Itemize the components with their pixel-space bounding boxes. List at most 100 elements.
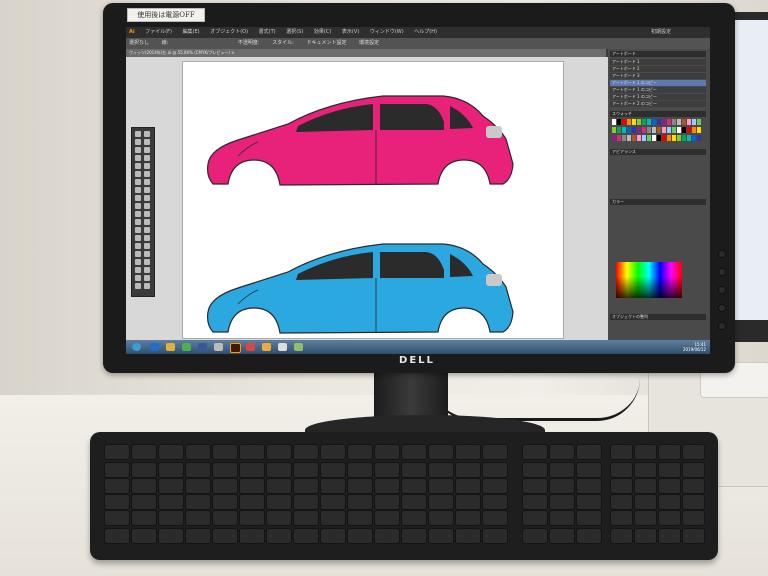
align-panel-title[interactable]: オブジェクトの整列 — [610, 314, 706, 320]
keyboard-key[interactable] — [374, 478, 400, 494]
swatch[interactable] — [677, 119, 681, 125]
artboard-item[interactable]: アートボード 1 — [610, 59, 706, 65]
swatch[interactable] — [662, 119, 666, 125]
numpad-key[interactable] — [634, 510, 657, 526]
keyboard-key[interactable] — [104, 444, 130, 460]
keyboard-key[interactable] — [239, 510, 265, 526]
keyboard-key[interactable] — [455, 510, 481, 526]
keyboard-key[interactable] — [482, 444, 508, 460]
tool-icon[interactable] — [144, 187, 150, 193]
chrome-icon[interactable] — [262, 343, 271, 351]
numpad-key[interactable] — [610, 510, 633, 526]
keyboard-key[interactable] — [576, 510, 602, 526]
tool-icon[interactable] — [135, 283, 141, 289]
monitor-button[interactable] — [718, 250, 726, 258]
keyboard-key[interactable] — [320, 528, 346, 544]
tool-icon[interactable] — [135, 227, 141, 233]
keyboard-key[interactable] — [239, 494, 265, 510]
app-icon[interactable] — [278, 343, 287, 351]
keyboard-key[interactable] — [293, 494, 319, 510]
swatch[interactable] — [632, 127, 636, 133]
keyboard-key[interactable] — [212, 444, 238, 460]
swatch[interactable] — [657, 119, 661, 125]
keyboard-key[interactable] — [212, 528, 238, 544]
keyboard-key[interactable] — [482, 494, 508, 510]
color-panel-title[interactable]: カラー — [610, 199, 706, 205]
swatch[interactable] — [692, 127, 696, 133]
swatch[interactable] — [652, 119, 656, 125]
tool-icon[interactable] — [135, 195, 141, 201]
swatch[interactable] — [657, 127, 661, 133]
keyboard-key[interactable] — [347, 528, 373, 544]
keyboard-key[interactable] — [185, 478, 211, 494]
keyboard-key[interactable] — [522, 478, 548, 494]
swatch[interactable] — [642, 119, 646, 125]
tool-icon[interactable] — [144, 195, 150, 201]
swatch[interactable] — [627, 119, 631, 125]
swatch[interactable] — [617, 135, 621, 141]
monitor-button[interactable] — [718, 304, 726, 312]
keyboard-key[interactable] — [239, 462, 265, 478]
swatch[interactable] — [692, 135, 696, 141]
swatch[interactable] — [697, 135, 701, 141]
swatch[interactable] — [692, 119, 696, 125]
swatch[interactable] — [642, 135, 646, 141]
keyboard-key[interactable] — [158, 478, 184, 494]
swatch[interactable] — [617, 119, 621, 125]
numpad-key[interactable] — [682, 478, 705, 494]
numpad-key[interactable] — [682, 528, 705, 544]
swatch[interactable] — [682, 119, 686, 125]
tool-icon[interactable] — [135, 171, 141, 177]
tool-icon[interactable] — [144, 203, 150, 209]
keyboard-key[interactable] — [549, 528, 575, 544]
keyboard-key[interactable] — [455, 462, 481, 478]
keyboard-key[interactable] — [131, 494, 157, 510]
tool-icon[interactable] — [135, 179, 141, 185]
tool-icon[interactable] — [135, 243, 141, 249]
keyboard-key[interactable] — [347, 462, 373, 478]
keyboard-key[interactable] — [482, 478, 508, 494]
keyboard-key[interactable] — [104, 494, 130, 510]
keyboard-key[interactable] — [576, 462, 602, 478]
numpad-key[interactable] — [682, 462, 705, 478]
keyboard-key[interactable] — [266, 528, 292, 544]
keyboard-key[interactable] — [428, 494, 454, 510]
tool-icon[interactable] — [144, 235, 150, 241]
workspace-switcher[interactable]: 初期設定 — [651, 27, 671, 38]
keyboard-key[interactable] — [347, 510, 373, 526]
artboard-item[interactable]: アートボード 3 — [610, 73, 706, 79]
keyboard-key[interactable] — [293, 444, 319, 460]
keyboard-key[interactable] — [266, 494, 292, 510]
keyboard-key[interactable] — [266, 444, 292, 460]
keyboard-key[interactable] — [293, 510, 319, 526]
keyboard-key[interactable] — [347, 494, 373, 510]
keyboard-key[interactable] — [320, 494, 346, 510]
keyboard-key[interactable] — [158, 528, 184, 544]
swatch[interactable] — [637, 135, 641, 141]
keyboard-key[interactable] — [104, 462, 130, 478]
menu-item[interactable]: 表示(V) — [342, 29, 359, 35]
stroke-control[interactable]: 線: — [162, 40, 169, 46]
swatch[interactable] — [697, 127, 701, 133]
artboards-panel-title[interactable]: アートボード — [610, 51, 706, 57]
numpad-key[interactable] — [658, 478, 681, 494]
numpad-key[interactable] — [658, 510, 681, 526]
tool-icon[interactable] — [135, 147, 141, 153]
numpad-key[interactable] — [634, 494, 657, 510]
app-icon[interactable] — [198, 343, 207, 351]
keyboard-key[interactable] — [374, 528, 400, 544]
keyboard-key[interactable] — [293, 478, 319, 494]
swatch[interactable] — [612, 135, 616, 141]
menu-item[interactable]: ファイル(F) — [145, 29, 172, 35]
tool-icon[interactable] — [144, 147, 150, 153]
keyboard-key[interactable] — [428, 444, 454, 460]
numpad-key[interactable] — [658, 444, 681, 460]
swatches-panel-title[interactable]: スウォッチ — [610, 111, 706, 117]
swatch[interactable] — [697, 119, 701, 125]
tool-icon[interactable] — [144, 155, 150, 161]
keyboard-key[interactable] — [347, 478, 373, 494]
tool-icon[interactable] — [144, 163, 150, 169]
folder-icon[interactable] — [166, 343, 175, 351]
tool-icon[interactable] — [144, 179, 150, 185]
keyboard-key[interactable] — [239, 444, 265, 460]
